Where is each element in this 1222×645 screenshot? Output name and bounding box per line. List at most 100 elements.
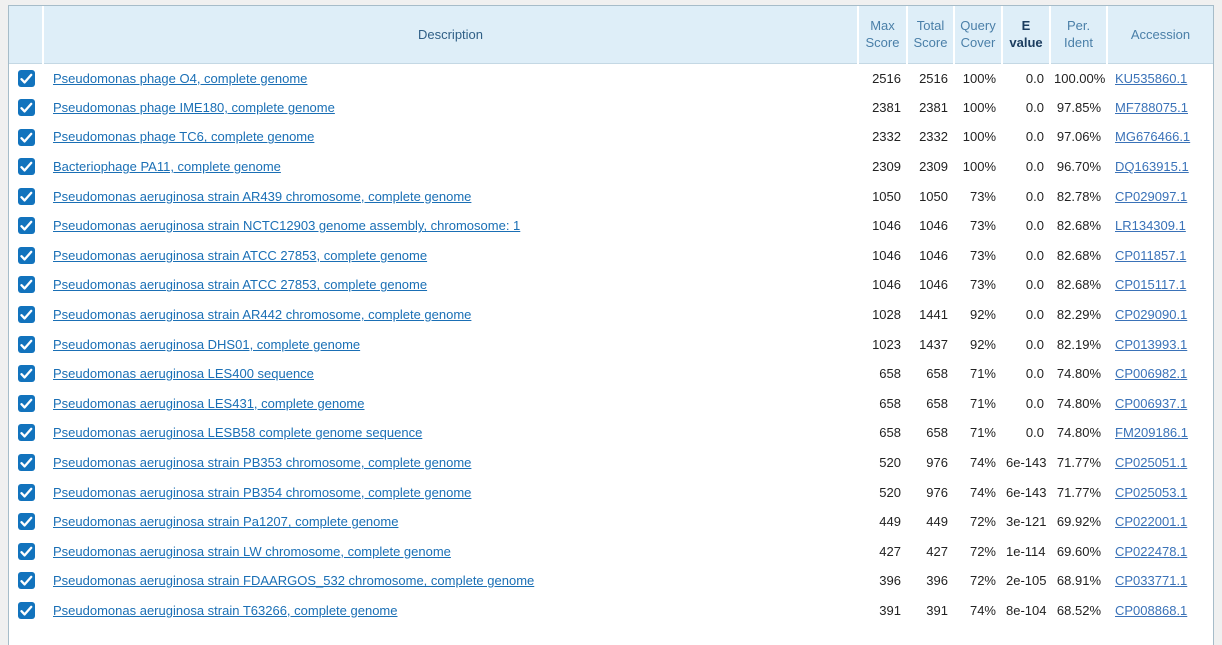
- row-accession-link[interactable]: CP008868.1: [1115, 603, 1187, 618]
- row-description-link[interactable]: Pseudomonas aeruginosa strain PB354 chro…: [53, 485, 471, 500]
- header-total-score[interactable]: Total Score: [907, 6, 955, 64]
- row-accession-cell: CP011857.1: [1107, 240, 1213, 271]
- row-description-link[interactable]: Pseudomonas aeruginosa strain ATCC 27853…: [53, 277, 427, 292]
- row-accession-link[interactable]: CP006982.1: [1115, 366, 1187, 381]
- row-total-score: 976: [907, 447, 954, 478]
- row-checkbox-cell[interactable]: [9, 418, 43, 448]
- row-checkbox-cell[interactable]: [9, 595, 43, 626]
- row-checkbox[interactable]: [17, 187, 35, 205]
- row-max-score: 427: [858, 536, 907, 567]
- row-checkbox-cell[interactable]: [9, 92, 43, 123]
- row-checkbox[interactable]: [17, 542, 35, 560]
- row-checkbox[interactable]: [17, 69, 35, 87]
- row-checkbox-cell[interactable]: [9, 388, 43, 419]
- table-row: Pseudomonas phage TC6, complete genome 23…: [9, 122, 1213, 152]
- row-accession-link[interactable]: CP029097.1: [1115, 189, 1187, 204]
- row-e-value: 0.0: [1002, 418, 1050, 448]
- row-accession-link[interactable]: MF788075.1: [1115, 100, 1188, 115]
- row-checkbox[interactable]: [17, 454, 35, 472]
- row-accession-link[interactable]: CP025051.1: [1115, 455, 1187, 470]
- check-glyph: [19, 132, 32, 143]
- header-select-all-cell[interactable]: [9, 6, 44, 64]
- row-accession-cell: CP029097.1: [1107, 181, 1213, 211]
- row-description-link[interactable]: Pseudomonas aeruginosa strain FDAARGOS_5…: [53, 573, 534, 588]
- row-accession-cell: FM209186.1: [1107, 418, 1213, 448]
- row-checkbox-cell[interactable]: [9, 210, 43, 241]
- row-checkbox-cell[interactable]: [9, 477, 43, 507]
- row-accession-cell: MG676466.1: [1107, 122, 1213, 152]
- row-checkbox[interactable]: [17, 424, 35, 442]
- row-description-link[interactable]: Pseudomonas aeruginosa strain LW chromos…: [53, 544, 451, 559]
- row-description-link[interactable]: Pseudomonas aeruginosa strain T63266, co…: [53, 603, 397, 618]
- row-per-ident: 82.29%: [1050, 299, 1107, 330]
- header-accession[interactable]: Accession: [1107, 6, 1213, 64]
- row-checkbox[interactable]: [17, 158, 35, 176]
- row-accession-link[interactable]: DQ163915.1: [1115, 159, 1189, 174]
- row-accession-link[interactable]: CP025053.1: [1115, 485, 1187, 500]
- row-checkbox[interactable]: [17, 483, 35, 501]
- row-description-cell: Pseudomonas aeruginosa strain ATCC 27853…: [43, 240, 858, 271]
- row-checkbox-cell[interactable]: [9, 151, 43, 182]
- row-checkbox-cell[interactable]: [9, 506, 43, 537]
- row-description-link[interactable]: Pseudomonas aeruginosa strain NCTC12903 …: [53, 218, 520, 233]
- row-checkbox-cell[interactable]: [9, 358, 43, 389]
- row-description-link[interactable]: Pseudomonas aeruginosa strain PB353 chro…: [53, 455, 471, 470]
- row-checkbox[interactable]: [17, 572, 35, 590]
- row-description-link[interactable]: Pseudomonas phage O4, complete genome: [53, 71, 307, 86]
- table-row: Pseudomonas aeruginosa strain LW chromos…: [9, 536, 1213, 567]
- row-checkbox-cell[interactable]: [9, 566, 43, 596]
- row-accession-link[interactable]: CP015117.1: [1115, 277, 1186, 292]
- row-accession-link[interactable]: KU535860.1: [1115, 71, 1187, 86]
- row-description-link[interactable]: Pseudomonas aeruginosa strain Pa1207, co…: [53, 514, 398, 529]
- row-accession-link[interactable]: CP033771.1: [1115, 573, 1187, 588]
- row-accession-link[interactable]: FM209186.1: [1115, 425, 1188, 440]
- row-accession-link[interactable]: CP022001.1: [1115, 514, 1187, 529]
- row-checkbox[interactable]: [17, 98, 35, 116]
- row-checkbox[interactable]: [17, 513, 35, 531]
- row-description-link[interactable]: Pseudomonas phage TC6, complete genome: [53, 129, 314, 144]
- row-checkbox[interactable]: [17, 246, 35, 264]
- row-checkbox-cell[interactable]: [9, 536, 43, 567]
- row-accession-link[interactable]: CP011857.1: [1115, 248, 1186, 263]
- row-per-ident: 74.80%: [1050, 358, 1107, 389]
- header-max-score[interactable]: Max Score: [858, 6, 908, 64]
- header-description[interactable]: Description: [43, 6, 859, 64]
- row-checkbox[interactable]: [17, 217, 35, 235]
- header-query-cover[interactable]: Query Cover: [954, 6, 1003, 64]
- row-description-link[interactable]: Pseudomonas aeruginosa strain AR439 chro…: [53, 189, 471, 204]
- row-checkbox[interactable]: [17, 128, 35, 146]
- row-max-score: 1050: [858, 181, 907, 211]
- row-checkbox-cell[interactable]: [9, 447, 43, 478]
- row-accession-link[interactable]: CP029090.1: [1115, 307, 1187, 322]
- row-accession-link[interactable]: LR134309.1: [1115, 218, 1186, 233]
- header-e-value[interactable]: E value: [1002, 6, 1051, 64]
- row-checkbox-cell[interactable]: [9, 329, 43, 359]
- row-description-cell: Pseudomonas aeruginosa DHS01, complete g…: [43, 329, 858, 359]
- header-per-ident[interactable]: Per. Ident: [1050, 6, 1108, 64]
- row-description-link[interactable]: Pseudomonas aeruginosa LESB58 complete g…: [53, 425, 422, 440]
- row-checkbox-cell[interactable]: [9, 122, 43, 152]
- row-accession-link[interactable]: MG676466.1: [1115, 129, 1190, 144]
- row-accession-link[interactable]: CP013993.1: [1115, 337, 1187, 352]
- row-description-link[interactable]: Bacteriophage PA11, complete genome: [53, 159, 281, 174]
- header-total-score-label2: Score: [913, 35, 948, 51]
- row-checkbox-cell[interactable]: [9, 240, 43, 271]
- row-description-link[interactable]: Pseudomonas aeruginosa strain AR442 chro…: [53, 307, 471, 322]
- row-checkbox-cell[interactable]: [9, 181, 43, 211]
- row-description-link[interactable]: Pseudomonas aeruginosa DHS01, complete g…: [53, 337, 360, 352]
- row-checkbox[interactable]: [17, 365, 35, 383]
- row-accession-link[interactable]: CP006937.1: [1115, 396, 1187, 411]
- row-description-link[interactable]: Pseudomonas phage IME180, complete genom…: [53, 100, 335, 115]
- row-description-link[interactable]: Pseudomonas aeruginosa LES431, complete …: [53, 396, 365, 411]
- row-description-link[interactable]: Pseudomonas aeruginosa strain ATCC 27853…: [53, 248, 427, 263]
- row-description-link[interactable]: Pseudomonas aeruginosa LES400 sequence: [53, 366, 314, 381]
- row-checkbox[interactable]: [17, 335, 35, 353]
- row-checkbox[interactable]: [17, 394, 35, 412]
- row-checkbox[interactable]: [17, 276, 35, 294]
- row-checkbox[interactable]: [17, 306, 35, 324]
- row-checkbox[interactable]: [17, 602, 35, 620]
- row-accession-link[interactable]: CP022478.1: [1115, 544, 1187, 559]
- row-checkbox-cell[interactable]: [9, 270, 43, 300]
- row-checkbox-cell[interactable]: [9, 63, 43, 93]
- row-checkbox-cell[interactable]: [9, 299, 43, 330]
